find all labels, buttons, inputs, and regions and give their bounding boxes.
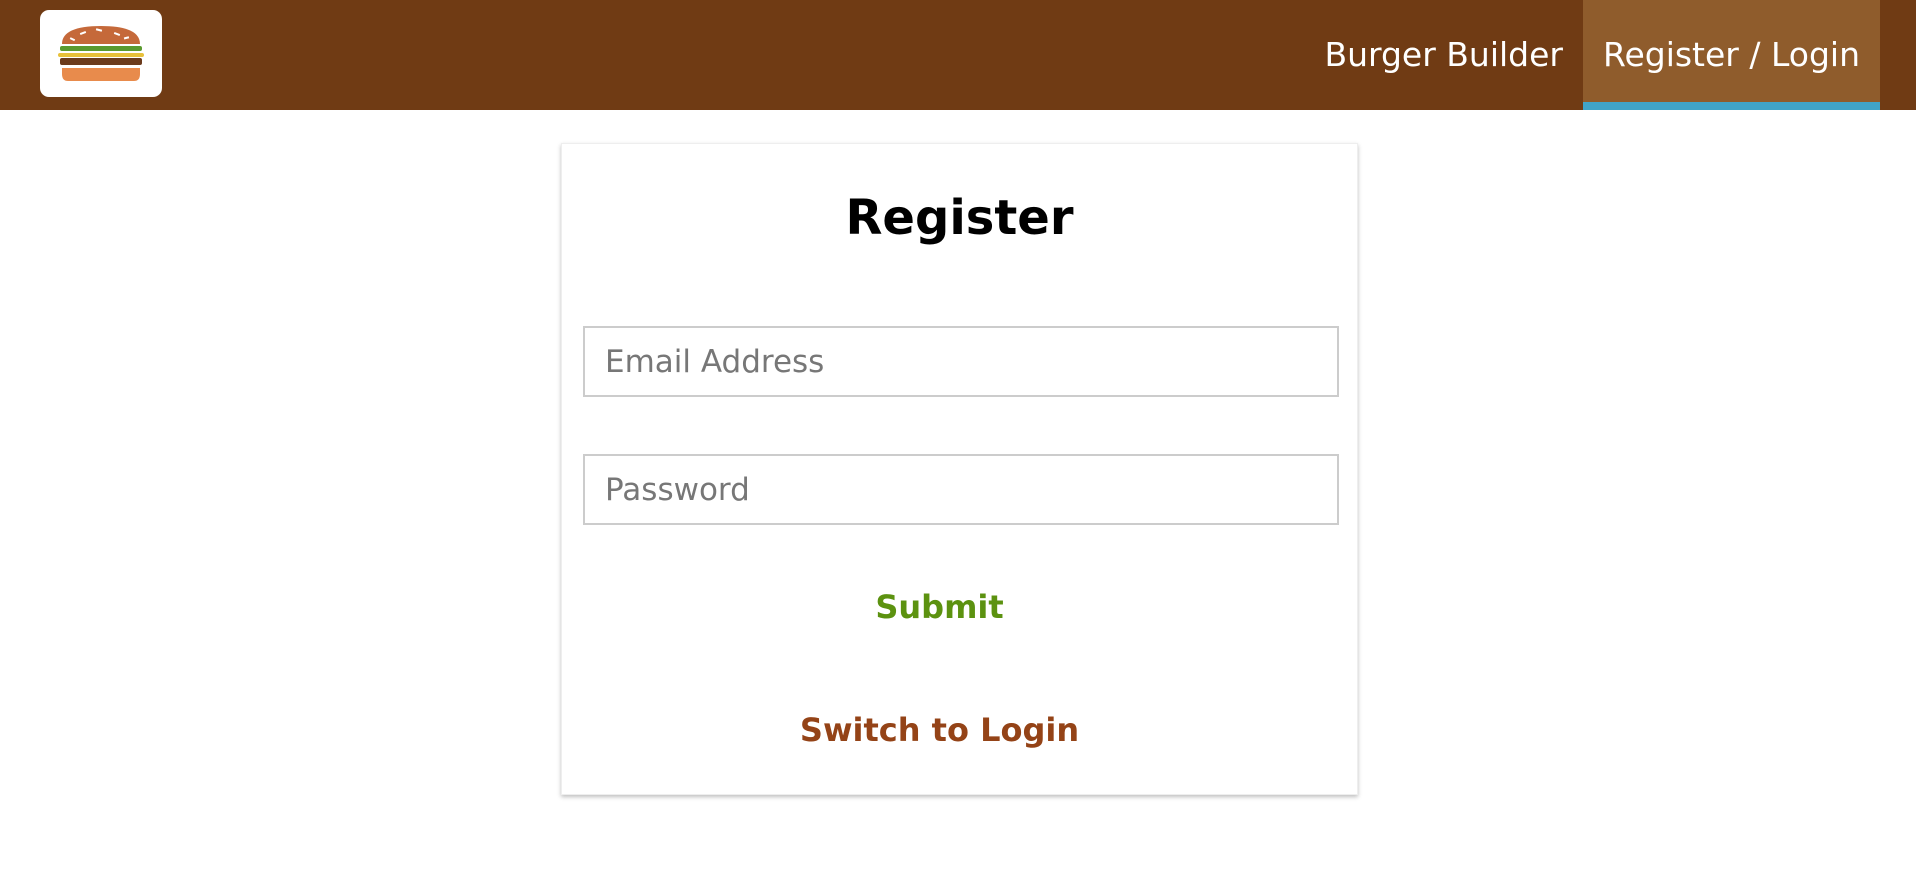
burger-logo[interactable] (40, 10, 162, 97)
main-nav: Burger Builder Register / Login (1304, 0, 1880, 110)
auth-card: Register Submit Switch to Login (561, 143, 1358, 795)
email-field[interactable] (583, 326, 1339, 397)
nav-item-register-login[interactable]: Register / Login (1583, 0, 1880, 110)
page-title: Register (845, 190, 1074, 246)
switch-to-login-button[interactable]: Switch to Login (542, 711, 1337, 749)
password-field[interactable] (583, 454, 1339, 525)
nav-item-burger-builder[interactable]: Burger Builder (1304, 0, 1583, 110)
submit-button[interactable]: Submit (542, 588, 1337, 626)
toolbar: Burger Builder Register / Login (0, 0, 1916, 110)
burger-icon (58, 26, 144, 81)
